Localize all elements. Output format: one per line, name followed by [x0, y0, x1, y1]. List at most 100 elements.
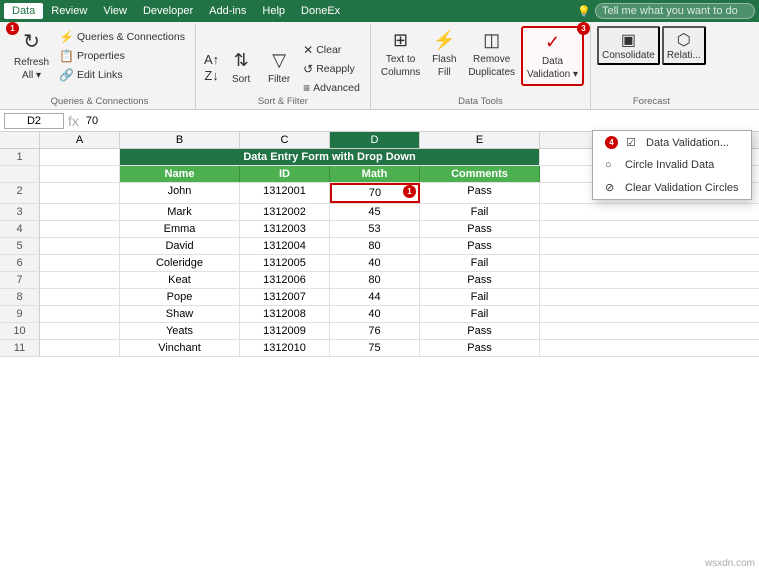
- dropdown-clear-circles[interactable]: ⊘ Clear Validation Circles: [593, 176, 751, 199]
- clear-icon: ✕: [303, 43, 313, 57]
- table-row: 9 Shaw 1312008 40 Fail: [0, 306, 759, 323]
- cell-id-8[interactable]: 1312009: [240, 323, 330, 339]
- cell-math-3[interactable]: 80: [330, 238, 420, 254]
- menu-help[interactable]: Help: [254, 3, 293, 19]
- data-validation-button[interactable]: ✓ DataValidation ▾: [521, 26, 584, 86]
- cell-comments-9[interactable]: Pass: [420, 340, 540, 356]
- cell-comments-0[interactable]: Pass: [420, 183, 540, 203]
- cell-name-2[interactable]: Emma: [120, 221, 240, 237]
- col-header-a[interactable]: A: [40, 132, 120, 148]
- menu-review[interactable]: Review: [43, 3, 95, 19]
- cell-id-4[interactable]: 1312005: [240, 255, 330, 271]
- cell-name-0[interactable]: John: [120, 183, 240, 203]
- flash-fill-label: FlashFill: [432, 53, 456, 79]
- cell-math-6[interactable]: 44: [330, 289, 420, 305]
- relations-icon: ⬡: [677, 30, 691, 50]
- header-id[interactable]: ID: [240, 166, 330, 182]
- refresh-all-button[interactable]: ↻ RefreshAll ▾: [10, 26, 53, 85]
- cell-id-2[interactable]: 1312003: [240, 221, 330, 237]
- cell-name-1[interactable]: Mark: [120, 204, 240, 220]
- col-header-e[interactable]: E: [420, 132, 540, 148]
- qc-icon: ⚡: [59, 30, 74, 44]
- cell-id-6[interactable]: 1312007: [240, 289, 330, 305]
- advanced-icon: ≡: [303, 81, 310, 95]
- queries-group-label: Queries & Connections: [4, 96, 195, 107]
- text-to-columns-button[interactable]: ⊞ Text toColumns: [377, 26, 424, 82]
- cell-comments-3[interactable]: Pass: [420, 238, 540, 254]
- menu-developer[interactable]: Developer: [135, 3, 201, 19]
- edit-links-icon: 🔗: [59, 68, 74, 82]
- reapply-button[interactable]: ↺ Reapply: [299, 60, 364, 78]
- sort-az-button[interactable]: A↑ Z↓: [202, 50, 221, 85]
- refresh-all-wrap: 1 ↻ RefreshAll ▾: [10, 26, 53, 85]
- cell-math-4[interactable]: 40: [330, 255, 420, 271]
- cell-math-9[interactable]: 75: [330, 340, 420, 356]
- cell-math-7[interactable]: 40: [330, 306, 420, 322]
- remove-duplicates-button[interactable]: ◫ RemoveDuplicates: [464, 26, 519, 82]
- cell-math-1[interactable]: 45: [330, 204, 420, 220]
- lightbulb-icon: 💡: [577, 5, 591, 18]
- data-rows: 2 John 1312001 701 Pass 3 Mark 1312002 4…: [0, 183, 759, 357]
- cell-comments-6[interactable]: Fail: [420, 289, 540, 305]
- relations-button[interactable]: ⬡ Relati...: [662, 26, 706, 65]
- cell-comments-8[interactable]: Pass: [420, 323, 540, 339]
- name-box[interactable]: [4, 113, 64, 129]
- dropdown-data-validation[interactable]: 4 ☑ Data Validation...: [593, 131, 751, 154]
- header-comments[interactable]: Comments: [420, 166, 540, 182]
- cell-comments-4[interactable]: Fail: [420, 255, 540, 271]
- cell-id-1[interactable]: 1312002: [240, 204, 330, 220]
- cell-math-5[interactable]: 80: [330, 272, 420, 288]
- dropdown-circle-invalid[interactable]: ○ Circle Invalid Data: [593, 154, 751, 176]
- filter-icon: ▽: [272, 49, 286, 72]
- cell-math-8[interactable]: 76: [330, 323, 420, 339]
- cell-name-9[interactable]: Vinchant: [120, 340, 240, 356]
- cell-comments-1[interactable]: Fail: [420, 204, 540, 220]
- header-math[interactable]: Math: [330, 166, 420, 182]
- queries-connections-button[interactable]: ⚡ Queries & Connections: [55, 28, 189, 46]
- cell-name-5[interactable]: Keat: [120, 272, 240, 288]
- menu-data[interactable]: Data: [4, 3, 43, 19]
- table-row: 7 Keat 1312006 80 Pass: [0, 272, 759, 289]
- edit-links-button[interactable]: 🔗 Edit Links: [55, 66, 189, 84]
- cell-spacer-6: [40, 289, 120, 305]
- col-header-c[interactable]: C: [240, 132, 330, 148]
- remove-dup-label: RemoveDuplicates: [468, 53, 515, 79]
- header-name[interactable]: Name: [120, 166, 240, 182]
- cell-comments-5[interactable]: Pass: [420, 272, 540, 288]
- cell-comments-7[interactable]: Fail: [420, 306, 540, 322]
- advanced-button[interactable]: ≡ Advanced: [299, 79, 364, 97]
- cell-id-0[interactable]: 1312001: [240, 183, 330, 203]
- consolidate-label: Consolidate: [602, 50, 655, 61]
- cell-id-3[interactable]: 1312004: [240, 238, 330, 254]
- cell-name-8[interactable]: Yeats: [120, 323, 240, 339]
- sort-button[interactable]: ⇅ Sort: [223, 46, 259, 89]
- cell-name-7[interactable]: Shaw: [120, 306, 240, 322]
- text-to-columns-icon: ⊞: [393, 29, 408, 52]
- col-header-b[interactable]: B: [120, 132, 240, 148]
- edit-links-label: Edit Links: [77, 69, 123, 81]
- cell-id-9[interactable]: 1312010: [240, 340, 330, 356]
- clear-button[interactable]: ✕ Clear: [299, 41, 364, 59]
- cell-id-5[interactable]: 1312006: [240, 272, 330, 288]
- cell-name-4[interactable]: Coleridge: [120, 255, 240, 271]
- menu-doneex[interactable]: DoneEx: [293, 3, 348, 19]
- cell-comments-2[interactable]: Pass: [420, 221, 540, 237]
- cell-math-2[interactable]: 53: [330, 221, 420, 237]
- ribbon: 1 ↻ RefreshAll ▾ ⚡ Queries & Connections…: [0, 22, 759, 110]
- cell-math-0[interactable]: 701: [330, 183, 420, 203]
- menu-addins[interactable]: Add-ins: [201, 3, 254, 19]
- title-cell[interactable]: Data Entry Form with Drop Down: [120, 149, 540, 165]
- consolidate-button[interactable]: ▣ Consolidate: [597, 26, 660, 65]
- cell-name-6[interactable]: Pope: [120, 289, 240, 305]
- col-header-d[interactable]: D: [330, 132, 420, 148]
- tell-me-input[interactable]: [595, 3, 755, 19]
- menu-view[interactable]: View: [95, 3, 135, 19]
- cell-id-7[interactable]: 1312008: [240, 306, 330, 322]
- formula-input[interactable]: [83, 114, 755, 128]
- cell-name-3[interactable]: David: [120, 238, 240, 254]
- flash-fill-button[interactable]: ⚡ FlashFill: [426, 26, 462, 82]
- dropdown-dv-label: Data Validation...: [646, 137, 729, 149]
- filter-button[interactable]: ▽ Filter: [261, 46, 297, 89]
- properties-button[interactable]: 📋 Properties: [55, 47, 189, 65]
- step3-badge: 3: [577, 22, 590, 35]
